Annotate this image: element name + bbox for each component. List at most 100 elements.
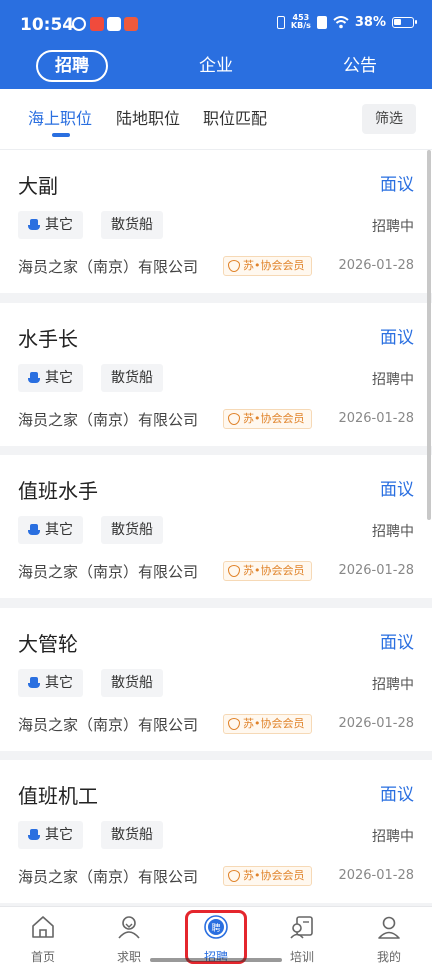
job-status: 招聘中 (372, 829, 414, 845)
member-badge-label: 苏•协会会员 (243, 412, 305, 425)
member-badge: 苏•协会会员 (223, 714, 312, 734)
job-date: 2026-01-28 (338, 411, 414, 426)
active-tab-indicator (52, 133, 70, 137)
top-tab-notice[interactable]: 公告 (324, 50, 396, 82)
job-tag: 散货船 (101, 516, 163, 544)
vibrate-icon (276, 15, 285, 29)
job-card[interactable]: 水手长 面议 其它 散货船 招聘中 海员之家（南京）有限公司 苏•协会会员 20… (0, 303, 432, 446)
job-tag: 其它 (18, 516, 83, 544)
recruit-icon-char: 聘 (211, 922, 220, 934)
sub-tab-job-match[interactable]: 职位匹配 (203, 105, 267, 129)
job-tag: 散货船 (101, 669, 163, 697)
job-tag: 其它 (18, 364, 83, 392)
tab-training[interactable]: 培训 (272, 907, 332, 964)
job-title: 值班机工 (18, 784, 98, 808)
net-speed: 453 KB/s (291, 14, 311, 30)
home-icon (32, 916, 54, 938)
member-badge-label: 苏•协会会员 (243, 259, 305, 272)
ship-icon (28, 219, 40, 231)
job-date: 2026-01-28 (338, 868, 414, 883)
company-name: 海员之家（南京）有限公司 (18, 716, 199, 734)
member-badge-label: 苏•协会会员 (243, 564, 305, 577)
status-bar: 10:54 453 KB/s 38% (0, 0, 432, 50)
recruit-icon: 聘 (204, 915, 228, 939)
company-name: 海员之家（南京）有限公司 (18, 258, 199, 276)
battery-percent: 38% (354, 14, 386, 30)
job-status: 招聘中 (372, 524, 414, 540)
sub-tab-sea-jobs[interactable]: 海上职位 (28, 105, 92, 129)
notification-icon (124, 17, 138, 31)
member-badge: 苏•协会会员 (223, 256, 312, 276)
shield-icon (228, 565, 240, 577)
member-badge: 苏•协会会员 (223, 866, 312, 886)
job-tag-label: 散货船 (111, 522, 153, 538)
job-card[interactable]: 值班水手 面议 其它 散货船 招聘中 海员之家（南京）有限公司 苏•协会会员 2… (0, 455, 432, 598)
job-tag: 散货船 (101, 364, 163, 392)
ship-icon (28, 524, 40, 536)
job-tag-label: 其它 (45, 675, 73, 691)
tab-job-seek[interactable]: 求职 (99, 907, 159, 964)
top-tab-recruit[interactable]: 招聘 (36, 50, 108, 82)
tab-profile[interactable]: 我的 (359, 907, 419, 964)
filter-button[interactable]: 筛选 (362, 104, 416, 134)
job-tag: 散货船 (101, 821, 163, 849)
job-status: 招聘中 (372, 219, 414, 235)
tab-home-label: 首页 (30, 950, 55, 964)
job-salary: 面议 (380, 785, 414, 805)
job-title: 水手长 (18, 327, 78, 351)
wifi-icon (333, 15, 349, 28)
notification-icon (90, 17, 104, 31)
job-list[interactable]: 大副 面议 其它 散货船 招聘中 海员之家（南京）有限公司 苏•协会会员 202… (0, 150, 432, 906)
company-name: 海员之家（南京）有限公司 (18, 868, 199, 886)
job-tag-label: 其它 (45, 522, 73, 538)
tab-recruit[interactable]: 聘 招聘 (186, 907, 246, 964)
job-salary: 面议 (380, 175, 414, 195)
company-name: 海员之家（南京）有限公司 (18, 563, 199, 581)
job-salary: 面议 (380, 328, 414, 348)
job-title: 大管轮 (18, 632, 78, 656)
app-header: 10:54 453 KB/s 38% 招聘 企业 公告 (0, 0, 432, 89)
job-status: 招聘中 (372, 372, 414, 388)
no-sim-icon (316, 15, 327, 29)
top-tab-company[interactable]: 企业 (180, 50, 252, 82)
job-tag: 其它 (18, 211, 83, 239)
job-tag-label: 散货船 (111, 370, 153, 386)
job-salary: 面议 (380, 480, 414, 500)
scrollbar[interactable] (427, 150, 431, 520)
bottom-tab-bar: 首页 求职 聘 招聘 培训 我的 (0, 906, 432, 964)
job-card[interactable]: 值班机工 面议 其它 散货船 招聘中 海员之家（南京）有限公司 苏•协会会员 2… (0, 760, 432, 903)
job-seek-icon (118, 916, 140, 939)
job-date: 2026-01-28 (338, 563, 414, 578)
job-tag: 其它 (18, 669, 83, 697)
job-tag: 散货船 (101, 211, 163, 239)
job-card[interactable]: 大管轮 面议 其它 散货船 招聘中 海员之家（南京）有限公司 苏•协会会员 20… (0, 608, 432, 751)
battery-icon (392, 16, 417, 28)
job-tag-label: 散货船 (111, 675, 153, 691)
sub-tab-land-jobs[interactable]: 陆地职位 (116, 105, 180, 129)
training-icon (290, 916, 313, 939)
member-badge: 苏•协会会员 (223, 561, 312, 581)
job-tag: 其它 (18, 821, 83, 849)
status-time: 10:54 (20, 15, 75, 35)
shield-icon (228, 718, 240, 730)
company-name: 海员之家（南京）有限公司 (18, 411, 199, 429)
job-salary: 面议 (380, 633, 414, 653)
tab-home[interactable]: 首页 (13, 907, 73, 964)
tab-profile-label: 我的 (376, 950, 401, 964)
home-indicator (150, 958, 282, 962)
job-tag-label: 其它 (45, 370, 73, 386)
member-badge-label: 苏•协会会员 (243, 869, 305, 882)
job-card[interactable]: 大副 面议 其它 散货船 招聘中 海员之家（南京）有限公司 苏•协会会员 202… (0, 150, 432, 293)
shield-icon (228, 260, 240, 272)
profile-icon (378, 916, 400, 939)
net-speed-unit: KB/s (290, 21, 311, 30)
job-date: 2026-01-28 (338, 258, 414, 273)
job-tag-label: 其它 (45, 217, 73, 233)
job-title: 值班水手 (18, 479, 98, 503)
shield-icon (228, 870, 240, 882)
job-tag-label: 散货船 (111, 827, 153, 843)
sub-nav: 海上职位 陆地职位 职位匹配 筛选 (0, 89, 432, 150)
mail-icon (107, 17, 121, 31)
member-badge-label: 苏•协会会员 (243, 717, 305, 730)
job-status: 招聘中 (372, 677, 414, 693)
